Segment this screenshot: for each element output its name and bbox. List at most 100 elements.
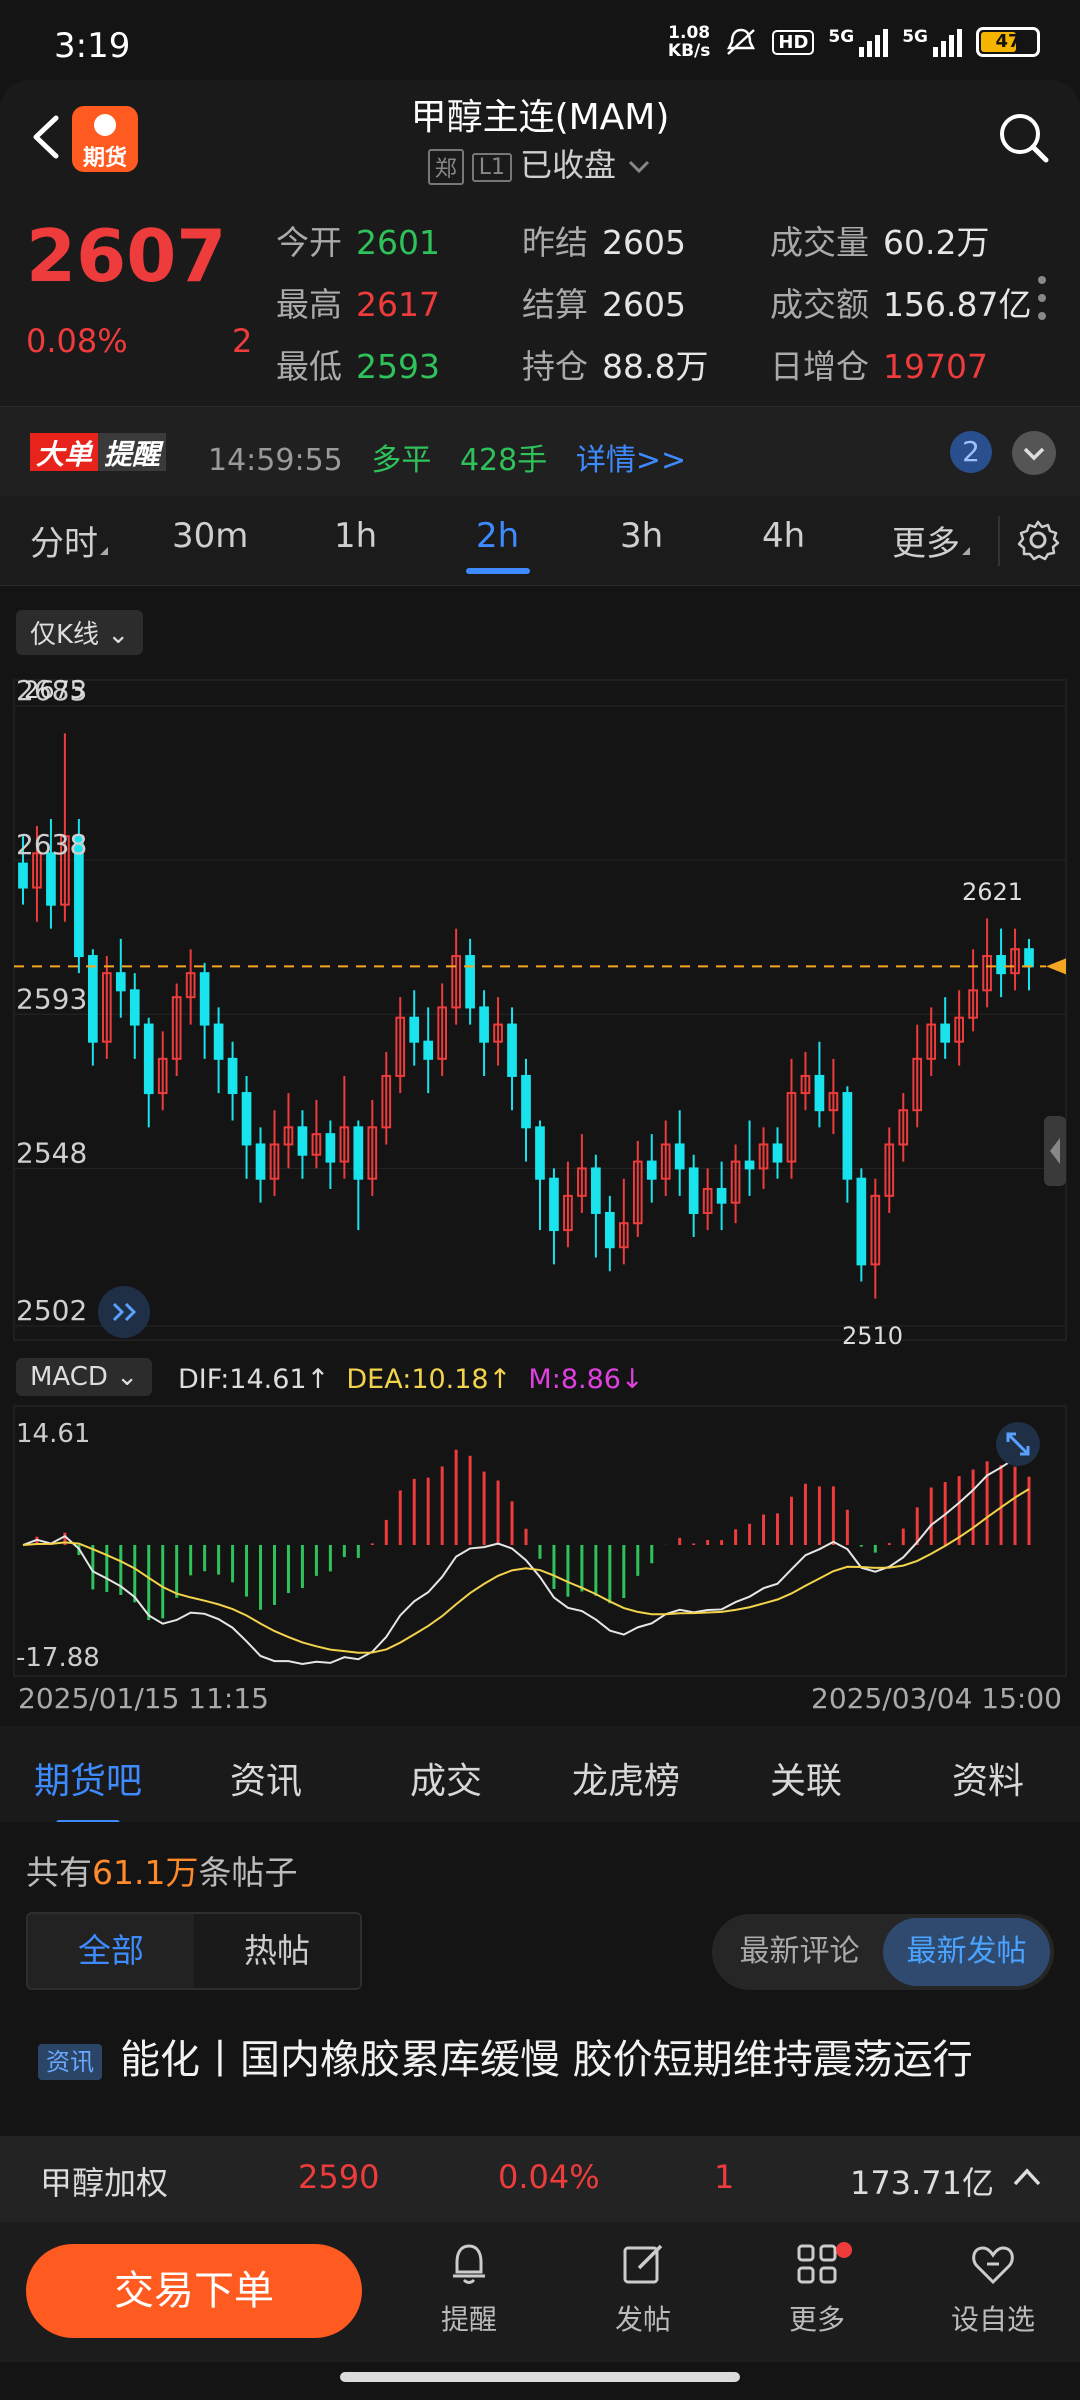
candle-body: [325, 1133, 336, 1163]
prev-settle-cell: 昨结 2605: [522, 223, 686, 262]
alert-detail-link[interactable]: 详情>>: [576, 443, 686, 478]
tab-related[interactable]: 关联: [770, 1752, 842, 1804]
ticker-bar[interactable]: 甲醇加权 2590 0.04% 1 173.71亿: [0, 2136, 1080, 2222]
y-tick-label: 2548: [16, 1136, 87, 1169]
tab-2h[interactable]: 2h: [465, 516, 530, 574]
tab-1h[interactable]: 1h: [334, 516, 377, 556]
y-tick-label: 2593: [16, 982, 87, 1015]
page-title: 甲醇主连(MAM): [410, 97, 670, 138]
big-order-alert[interactable]: 大单 提醒 14:59:55 多平 428手 详情>> 2: [0, 406, 1080, 496]
candle-body: [996, 955, 1006, 975]
grid-icon: [797, 2244, 837, 2284]
recent-high-label: 2621: [962, 878, 1023, 906]
candle-body: [674, 1143, 685, 1170]
tab-news[interactable]: 资讯: [230, 1752, 302, 1804]
clock: 3:19: [54, 26, 131, 66]
tab-4h[interactable]: 4h: [762, 516, 805, 556]
post-count: 共有61.1万条帖子: [26, 1853, 298, 1892]
posts-section: 共有61.1万条帖子 全部 热帖 最新评论 最新发帖 资讯 能化丨国内橡胶累库缓慢…: [0, 1822, 1080, 2136]
y-tick-label: 2502: [16, 1294, 87, 1327]
tab-futures-bar[interactable]: 期货吧: [34, 1752, 142, 1826]
candle-body: [688, 1167, 699, 1214]
candle-body: [129, 989, 140, 1026]
tab-more[interactable]: 更多: [892, 516, 970, 565]
candle-body: [744, 1160, 755, 1170]
mute-icon: [727, 28, 756, 55]
alert-count-badge: 2: [950, 431, 992, 473]
nav-more[interactable]: 更多: [752, 2238, 882, 2338]
tab-3h[interactable]: 3h: [620, 516, 663, 556]
candle-body: [521, 1074, 531, 1129]
app-header: 期货 甲醇主连(MAM) 郑 L1 已收盘: [0, 80, 1080, 196]
filter-hot[interactable]: 热帖: [194, 1914, 360, 1988]
candle-body: [842, 1092, 853, 1180]
status-text: 已收盘: [520, 146, 617, 184]
market-status[interactable]: 郑 L1 已收盘: [0, 140, 1080, 186]
change-pct: 0.08%: [26, 322, 128, 360]
chart-area[interactable]: 仅K线 ⌄ 2683 2638 2593 2548 2502 2675 2510 262…: [0, 586, 1080, 1726]
sort-latest-post[interactable]: 最新发帖: [883, 1918, 1050, 1986]
high-price-label: 2675: [24, 676, 85, 704]
tab-profile[interactable]: 资料: [952, 1752, 1024, 1804]
y-tick-label: 2638: [16, 828, 87, 861]
macd-min-label: -17.88: [16, 1643, 100, 1673]
news-tag: 资讯: [38, 2044, 102, 2080]
chevron-up-icon[interactable]: [1010, 2164, 1044, 2190]
current-price-marker: [1046, 958, 1066, 975]
ticker-amount: 173.71亿: [850, 2164, 994, 2202]
volume-cell: 成交量 60.2万: [770, 223, 990, 262]
dif-line: [22, 1453, 1030, 1666]
signal-icon: 5G: [828, 27, 889, 57]
nav-remind[interactable]: 提醒: [404, 2238, 534, 2338]
alert-text: 14:59:55 多平 428手 详情>>: [208, 443, 687, 478]
indicator-dropdown[interactable]: MACD ⌄: [16, 1358, 152, 1396]
bottom-nav: 交易下单 提醒 发帖 更多 设自选: [0, 2222, 1080, 2362]
more-dots-icon[interactable]: [1038, 276, 1046, 330]
ticker-change: 1: [714, 2158, 735, 2196]
chart-start-time: 2025/01/15 11:15: [18, 1682, 269, 1715]
candles: [18, 733, 1034, 1299]
tab-ranking[interactable]: 龙虎榜: [572, 1752, 680, 1804]
tab-intraday[interactable]: 分时: [30, 516, 108, 565]
level-tag: L1: [471, 152, 513, 182]
candle-body: [465, 955, 475, 1009]
kline-chart[interactable]: 26832638259325482502 2675 2510 2621 14.6…: [0, 586, 1080, 1726]
low-cell: 最低 2593: [276, 347, 440, 386]
ticker-name: 甲醇加权: [40, 2164, 169, 2202]
news-title: 能化丨国内橡胶累库缓慢 胶价短期维持震荡运行: [120, 2037, 973, 2083]
candle-body: [353, 1126, 364, 1180]
chevron-down-icon: [1023, 447, 1045, 461]
candle-body: [646, 1160, 657, 1180]
candle-body: [479, 1006, 489, 1043]
battery-icon: 47: [976, 27, 1040, 57]
candle-body: [856, 1177, 867, 1266]
tab-trades[interactable]: 成交: [410, 1752, 482, 1804]
y-axis-labels: 26832638259325482502: [16, 674, 87, 1327]
nav-post[interactable]: 发帖: [578, 2238, 708, 2338]
filter-all[interactable]: 全部: [28, 1914, 194, 1988]
hd-icon: HD: [772, 29, 815, 55]
settle-cell: 结算 2605: [522, 285, 686, 324]
expand-alert-button[interactable]: [1012, 431, 1056, 475]
trade-order-button[interactable]: 交易下单: [26, 2244, 362, 2338]
oi-cell: 持仓 88.8万: [522, 347, 709, 386]
candle-body: [255, 1143, 266, 1180]
candle-body: [591, 1167, 601, 1214]
macd-histogram: [35, 1449, 1031, 1621]
tab-30m[interactable]: 30m: [172, 516, 248, 556]
search-icon[interactable]: [996, 110, 1052, 166]
change-value: 2: [232, 322, 253, 360]
candle-body: [549, 1177, 559, 1232]
status-bar: 3:19 1.08 KB/s HD 5G 5G 47: [0, 0, 1080, 80]
nav-watchlist[interactable]: 设自选: [928, 2238, 1058, 2338]
period-tabs: 分时 30m 1h 2h 3h 4h 更多: [0, 496, 1080, 586]
oi-change-cell: 日增仓 19707: [770, 347, 988, 386]
candle-body: [241, 1092, 252, 1146]
content-tabs: 期货吧 资讯 成交 龙虎榜 关联 资料: [0, 1726, 1080, 1826]
news-item[interactable]: 资讯 能化丨国内橡胶累库缓慢 胶价短期维持震荡运行: [38, 2030, 1048, 2090]
candle-body: [423, 1040, 434, 1060]
candle-body: [143, 1023, 154, 1095]
gear-icon[interactable]: [1016, 518, 1060, 562]
sort-latest-comment[interactable]: 最新评论: [716, 1918, 883, 1986]
candle-body: [213, 1023, 224, 1060]
